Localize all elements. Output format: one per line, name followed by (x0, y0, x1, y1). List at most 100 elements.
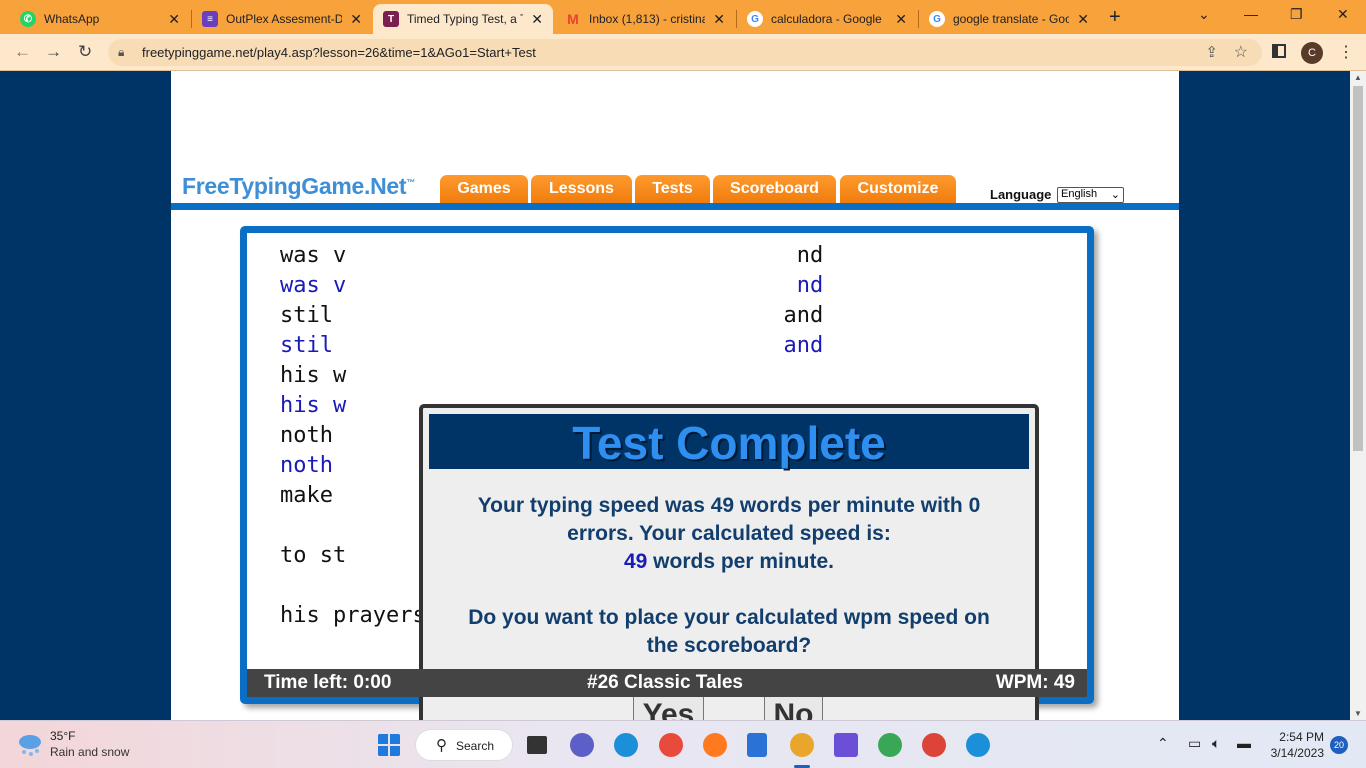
close-icon[interactable]: ✕ (531, 11, 543, 28)
taskbar-search[interactable]: ⚲ Search (415, 729, 513, 761)
tab-gmail[interactable]: M Inbox (1,813) - cristina ✕ (555, 4, 735, 34)
typing-area[interactable]: was v nd was v nd stil and stil and his w his w no… (240, 226, 1094, 720)
language-select[interactable]: English ⌄ (1057, 187, 1124, 203)
tab-calculadora[interactable]: G calculadora - Google ✕ (737, 4, 917, 34)
teams-chat-icon[interactable] (570, 733, 594, 757)
chevron-up-icon[interactable]: ⌃ (1157, 735, 1169, 752)
typing-site-icon: T (383, 11, 399, 27)
line-start: make (280, 483, 333, 508)
battery-icon[interactable]: ▬ (1237, 735, 1251, 751)
address-bar[interactable]: 🔒︎ freetypinggame.net/play4.asp?lesson=2… (108, 39, 1262, 66)
search-label: Search (456, 739, 495, 753)
nav-lessons[interactable]: Lessons (531, 175, 632, 203)
forward-icon[interactable]: → (45, 42, 62, 62)
speed-unit: words per minute. (647, 550, 835, 573)
task-view-icon[interactable] (527, 736, 547, 754)
question-line-1: Do you want to place your calculated wpm… (468, 606, 990, 629)
nav-tests[interactable]: Tests (635, 175, 710, 203)
chrome-profile-e-icon[interactable] (922, 733, 946, 757)
notepad-icon[interactable] (747, 733, 767, 757)
calculated-speed: 49 words per minute. (429, 548, 1029, 576)
close-icon[interactable]: ✕ (168, 11, 180, 28)
language-label: Language (990, 187, 1052, 202)
line-end: nd (796, 243, 824, 268)
line-start: was v (280, 243, 347, 268)
result-line-2: errors. Your calculated speed is: (567, 522, 891, 545)
lesson-title: #26 Classic Tales (587, 672, 743, 693)
close-icon[interactable]: ✕ (713, 11, 725, 28)
line-start: his w (280, 393, 347, 418)
nav-games[interactable]: Games (440, 175, 528, 203)
source-line: was v nd (280, 241, 956, 271)
clock-time: 2:54 PM (1279, 730, 1324, 744)
tab-label: WhatsApp (44, 12, 100, 26)
tab-typing-test[interactable]: T Timed Typing Test, a T ✕ (373, 4, 553, 34)
search-icon: ⚲ (436, 737, 447, 754)
restore-icon[interactable]: ❐ (1290, 6, 1303, 23)
tab-whatsapp[interactable]: ✆ WhatsApp ✕ (10, 4, 190, 34)
language-value: English (1061, 188, 1098, 200)
taskbar: 35°F Rain and snow ⚲ Search ⌃ ▭ 🔈︎ ▬ 2:5… (0, 720, 1366, 768)
tab-outplex[interactable]: ≡ OutPlex Assesment-DI ✕ (192, 4, 372, 34)
phone-app-icon[interactable] (966, 733, 990, 757)
tab-translate[interactable]: G google translate - Goo ✕ (919, 4, 1099, 34)
app-icon[interactable] (659, 733, 683, 757)
scroll-thumb[interactable] (1353, 86, 1363, 451)
line-start: to st (280, 543, 347, 568)
side-panel-icon[interactable] (1272, 44, 1286, 58)
reload-icon[interactable]: ↻ (78, 42, 92, 62)
page-scrollbar[interactable]: ▲ ▼ (1350, 71, 1366, 720)
close-icon[interactable]: ✕ (1077, 11, 1089, 28)
wpm-readout: WPM: 49 (995, 672, 1075, 693)
speed-value: 49 (623, 550, 648, 573)
close-icon[interactable]: ✕ (895, 11, 907, 28)
browser-toolbar: ← → ↻ 🔒︎ freetypinggame.net/play4.asp?le… (0, 34, 1366, 71)
site-logo[interactable]: FreeTypingGame.Net™ (182, 173, 415, 200)
tab-label: OutPlex Assesment-DI (226, 12, 343, 26)
scroll-up-icon[interactable]: ▲ (1354, 73, 1362, 82)
google-icon: G (929, 11, 945, 27)
source-line: stil and (280, 301, 956, 331)
share-icon[interactable]: ⇪ (1205, 43, 1218, 61)
back-icon[interactable]: ← (14, 42, 31, 62)
scroll-down-icon[interactable]: ▼ (1354, 709, 1362, 718)
minimize-icon[interactable]: — (1244, 6, 1258, 22)
windows-start-icon[interactable] (377, 733, 401, 757)
chrome-icon[interactable] (790, 733, 814, 757)
system-clock[interactable]: 2:54 PM 3/14/2023 (1268, 729, 1324, 761)
profile-avatar[interactable]: C (1301, 42, 1323, 64)
no-button[interactable]: No (764, 693, 823, 720)
weather-snow-icon[interactable] (16, 730, 44, 758)
nav-scoreboard[interactable]: Scoreboard (713, 175, 836, 203)
page-content: FreeTypingGame.Net™ Games Lessons Tests … (171, 71, 1179, 720)
forms-icon: ≡ (202, 11, 218, 27)
nav-customize[interactable]: Customize (840, 175, 956, 203)
weather-description: Rain and snow (50, 745, 130, 759)
dialog-header: Test Complete (429, 414, 1029, 469)
menu-icon[interactable]: ⋮ (1338, 42, 1354, 62)
tab-search-icon[interactable]: ⌄ (1198, 6, 1210, 23)
url-text: freetypinggame.net/play4.asp?lesson=26&t… (142, 45, 536, 60)
display-icon[interactable]: ▭ (1188, 735, 1201, 752)
weather-temperature: 35°F (50, 729, 76, 743)
new-tab-button[interactable]: + (1109, 6, 1121, 29)
chrome-profile-icon[interactable] (878, 733, 902, 757)
dialog-title: Test Complete (572, 417, 886, 469)
bookmark-star-icon[interactable]: ☆ (1234, 42, 1248, 62)
yes-button[interactable]: Yes (633, 693, 704, 720)
line-start: noth (280, 423, 333, 448)
page-viewport: FreeTypingGame.Net™ Games Lessons Tests … (0, 71, 1350, 720)
typed-line: was v nd (280, 271, 956, 301)
lock-icon[interactable]: 🔒︎ (118, 45, 124, 60)
notification-badge[interactable]: 20 (1330, 736, 1348, 754)
app-triangle-icon[interactable] (834, 733, 858, 757)
tab-label: calculadora - Google (771, 12, 882, 26)
edge-icon[interactable] (614, 733, 638, 757)
firefox-icon[interactable] (703, 733, 727, 757)
close-icon[interactable]: ✕ (350, 11, 362, 28)
line-start: stil (280, 333, 333, 358)
close-window-icon[interactable]: ✕ (1337, 6, 1349, 23)
source-line: his w (280, 361, 956, 391)
line-start: stil (280, 303, 333, 328)
volume-icon[interactable]: 🔈︎ (1212, 735, 1220, 752)
